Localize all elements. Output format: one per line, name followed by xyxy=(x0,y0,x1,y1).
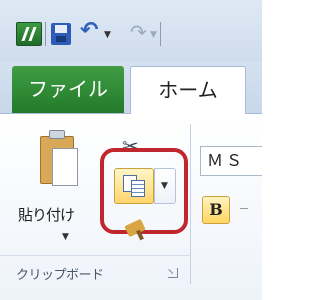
toolbar-divider xyxy=(240,208,248,209)
format-painter-icon[interactable] xyxy=(124,218,146,241)
redo-dropdown-caret-icon[interactable]: ▼ xyxy=(150,30,157,40)
format-painter-brush xyxy=(124,218,146,238)
clipboard-clip xyxy=(49,130,65,139)
group-label-separator xyxy=(0,255,190,256)
tab-file[interactable]: ファイル xyxy=(12,66,124,113)
group-separator xyxy=(190,124,191,284)
bold-button[interactable]: B xyxy=(202,196,230,224)
paste-icon[interactable] xyxy=(40,130,80,188)
font-name-select[interactable]: ＭＳ xyxy=(200,146,262,176)
clipboard-sheet xyxy=(52,148,78,186)
dialog-launcher-icon[interactable] xyxy=(168,268,178,278)
clipboard-group-label: クリップボード xyxy=(16,268,104,283)
save-icon[interactable] xyxy=(51,23,71,45)
qat-separator xyxy=(160,22,161,46)
qat-separator xyxy=(45,22,46,46)
paste-button-label[interactable]: 貼り付け xyxy=(18,204,75,225)
excel-app-icon[interactable] xyxy=(16,22,42,46)
redo-icon[interactable]: ↷ xyxy=(130,20,147,44)
tab-home[interactable]: ホーム xyxy=(130,66,246,115)
undo-dropdown-caret-icon[interactable]: ▼ xyxy=(104,30,111,40)
paste-dropdown-caret-icon[interactable]: ▼ xyxy=(62,232,69,242)
undo-icon[interactable]: ↶ xyxy=(80,18,98,43)
